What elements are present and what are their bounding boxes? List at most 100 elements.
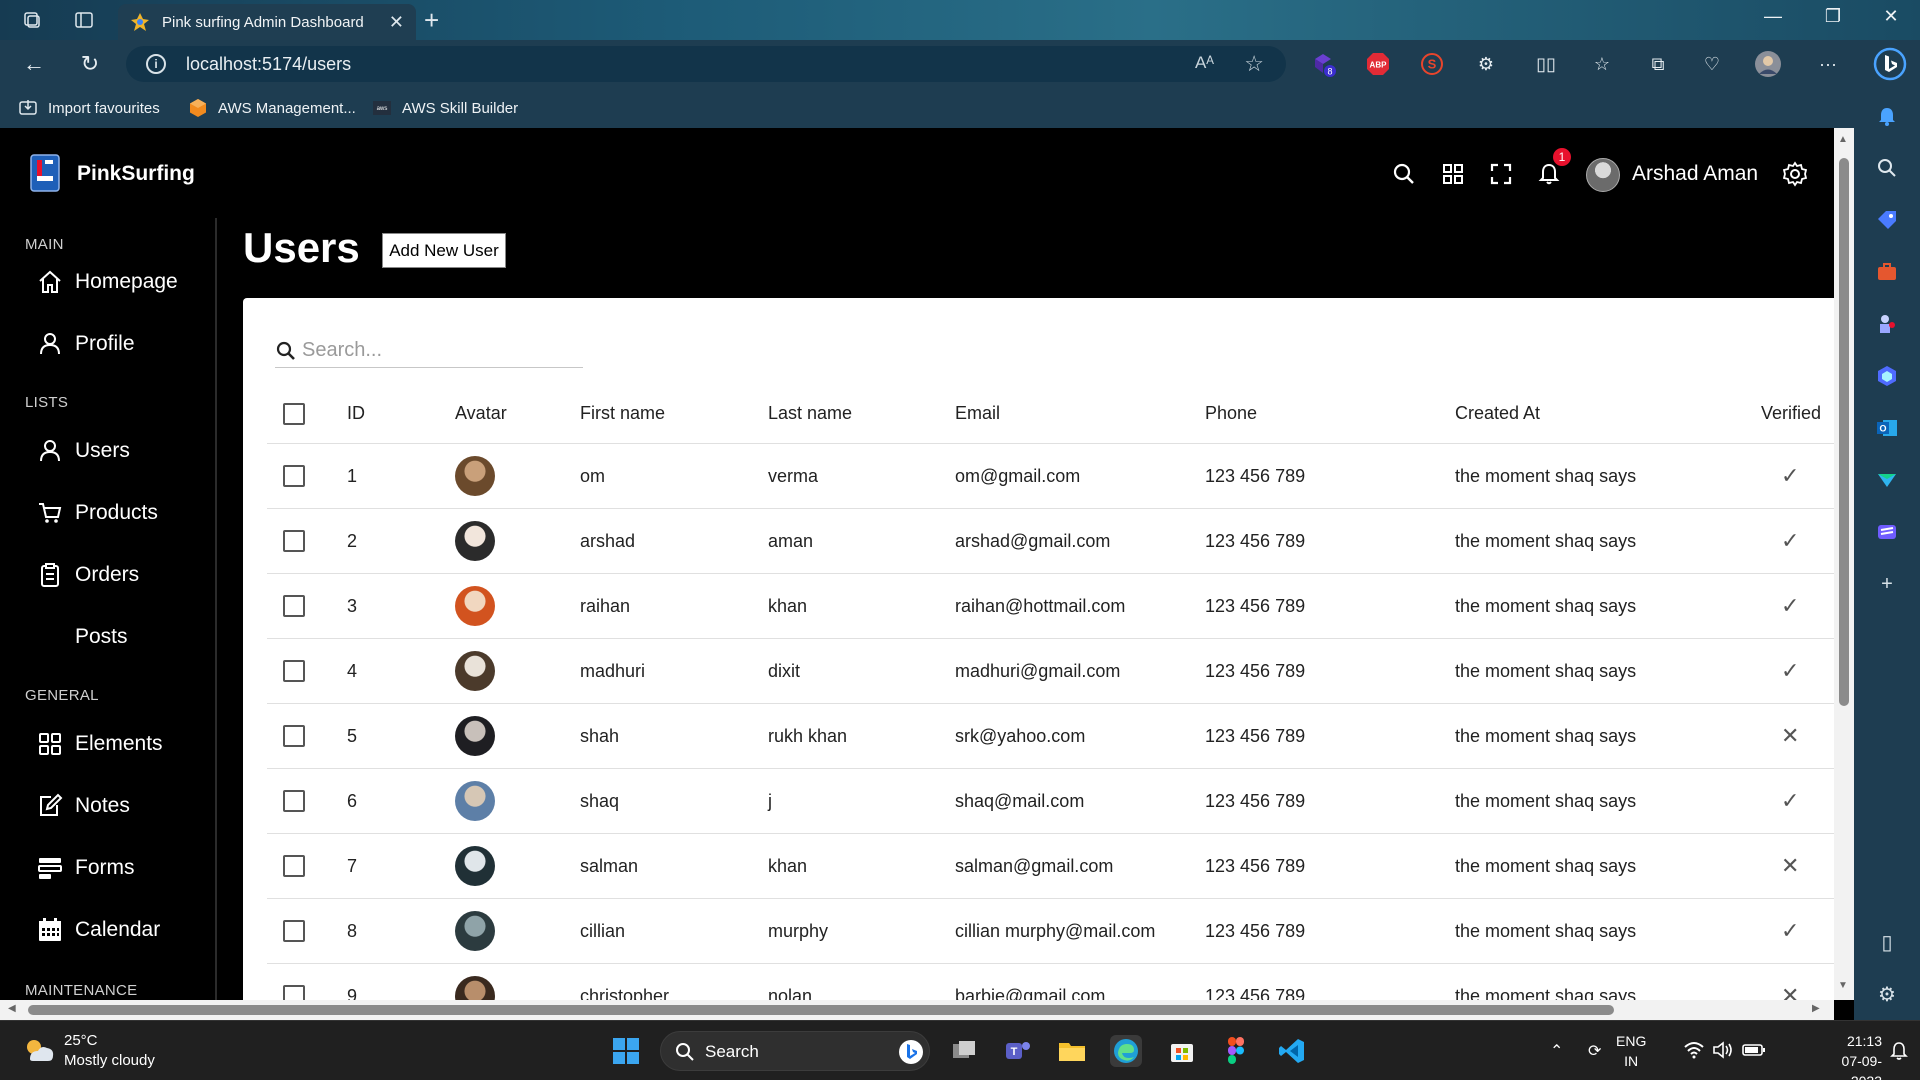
user-name[interactable]: Arshad Aman — [1632, 162, 1758, 186]
table-row[interactable]: 8 cillian murphy cillian murphy@mail.com 123… — [267, 899, 1834, 964]
row-checkbox-cell[interactable] — [283, 639, 305, 703]
favourite-aws-skill-builder[interactable]: aws AWS Skill Builder — [372, 98, 518, 118]
hide-sidebar-icon[interactable]: ▯ — [1873, 928, 1901, 956]
favourite-star-icon[interactable]: ☆ — [1244, 51, 1264, 77]
column-header-id[interactable]: ID — [347, 384, 365, 443]
row-checkbox[interactable] — [283, 595, 305, 617]
games-chess-icon[interactable] — [1873, 310, 1901, 338]
clipchamp-icon[interactable] — [1873, 518, 1901, 546]
sidebar-item-posts[interactable]: Posts — [36, 621, 128, 653]
copilot-app-icon[interactable] — [1873, 362, 1901, 390]
apps-grid-icon[interactable] — [1439, 160, 1467, 188]
column-header-phone[interactable]: Phone — [1205, 384, 1257, 443]
row-checkbox-cell[interactable] — [283, 964, 305, 1000]
row-checkbox-cell[interactable] — [283, 769, 305, 833]
column-header-avatar[interactable]: Avatar — [455, 384, 507, 443]
select-all-checkbox-cell[interactable] — [283, 384, 305, 443]
vertical-scrollbar[interactable]: ▲ ▼ — [1834, 128, 1854, 1000]
extension-gem-icon[interactable]: 8 — [1310, 50, 1338, 78]
task-view-icon[interactable] — [948, 1035, 980, 1067]
file-explorer-icon[interactable] — [1056, 1035, 1088, 1067]
horizontal-scroll-thumb[interactable] — [28, 1005, 1614, 1015]
battery-icon[interactable] — [1742, 1041, 1766, 1064]
system-clock[interactable]: 21:13 07-09-2023 — [1818, 1031, 1882, 1080]
read-aloud-icon[interactable]: Aᴬ — [1195, 53, 1214, 73]
sidebar-item-calendar[interactable]: Calendar — [36, 914, 160, 946]
settings-gear-icon[interactable] — [1781, 160, 1809, 188]
scroll-up-icon[interactable]: ▲ — [1838, 134, 1848, 145]
row-checkbox-cell[interactable] — [283, 834, 305, 898]
favourite-import[interactable]: Import favourites — [18, 98, 160, 118]
edge-browser-icon[interactable] — [1110, 1035, 1142, 1067]
favourites-icon[interactable]: ☆ — [1588, 50, 1616, 78]
teams-icon[interactable]: T — [1002, 1035, 1034, 1067]
column-header-first-name[interactable]: First name — [580, 384, 665, 443]
cloudy-weather-icon[interactable] — [22, 1035, 56, 1065]
tab-actions-icon[interactable] — [72, 8, 96, 32]
table-row[interactable]: 6 shaq j shaq@mail.com 123 456 789 the moment… — [267, 769, 1834, 834]
table-row[interactable]: 1 om verma om@gmail.com 123 456 789 the momen… — [267, 444, 1834, 509]
row-checkbox[interactable] — [283, 855, 305, 877]
brand-logo-icon[interactable] — [30, 154, 60, 192]
brand-name[interactable]: PinkSurfing — [77, 162, 195, 186]
tray-overflow-icon[interactable]: ⌃ — [1550, 1041, 1563, 1061]
more-menu-icon[interactable]: ··· — [1814, 50, 1842, 78]
add-new-user-button[interactable]: Add New User — [382, 233, 506, 268]
collections-icon[interactable]: ⧉ — [1644, 50, 1672, 78]
table-row[interactable]: 9 christopher nolan barbie@gmail.com 123 456… — [267, 964, 1834, 1000]
column-header-verified[interactable]: Verified — [1761, 384, 1821, 443]
volume-icon[interactable] — [1712, 1041, 1734, 1064]
url-text[interactable]: localhost:5174/users — [186, 54, 351, 75]
weather-widget[interactable]: 25°C Mostly cloudy — [64, 1031, 155, 1071]
microsoft-store-icon[interactable] — [1166, 1035, 1198, 1067]
table-row[interactable]: 2 arshad aman arshad@gmail.com 123 456 789 th… — [267, 509, 1834, 574]
workspaces-icon[interactable] — [20, 8, 44, 32]
sidebar-item-products[interactable]: Products — [36, 497, 158, 529]
table-row[interactable]: 7 salman khan salman@gmail.com 123 456 789 th… — [267, 834, 1834, 899]
sidebar-item-notes[interactable]: Notes — [36, 790, 130, 822]
split-screen-icon[interactable]: ▯▯ — [1532, 50, 1560, 78]
back-icon[interactable]: ← — [20, 50, 48, 78]
scroll-left-icon[interactable]: ◀ — [8, 1003, 16, 1014]
row-checkbox[interactable] — [283, 725, 305, 747]
user-avatar[interactable] — [1586, 158, 1620, 192]
sidebar-item-homepage[interactable]: Homepage — [36, 266, 178, 298]
add-sidebar-app-icon[interactable]: + — [1873, 570, 1901, 598]
vertical-scroll-thumb[interactable] — [1839, 158, 1849, 706]
sidebar-settings-icon[interactable]: ⚙ — [1873, 980, 1901, 1008]
table-row[interactable]: 4 madhuri dixit madhuri@gmail.com 123 456 78… — [267, 639, 1834, 704]
row-checkbox-cell[interactable] — [283, 444, 305, 508]
row-checkbox-cell[interactable] — [283, 899, 305, 963]
row-checkbox[interactable] — [283, 920, 305, 942]
tab-close-icon[interactable]: ✕ — [389, 12, 404, 33]
sidebar-item-forms[interactable]: Forms — [36, 852, 135, 884]
maximize-icon[interactable]: ❐ — [1818, 6, 1848, 27]
notification-center-icon[interactable] — [1890, 1041, 1908, 1066]
favourite-aws-management[interactable]: AWS Management... — [188, 98, 356, 118]
fullscreen-icon[interactable] — [1487, 160, 1515, 188]
sidebar-search-icon[interactable] — [1873, 154, 1901, 182]
drop-icon[interactable] — [1873, 466, 1901, 494]
column-header-last-name[interactable]: Last name — [768, 384, 852, 443]
notifications-bell-icon[interactable] — [1873, 102, 1901, 130]
browser-essentials-icon[interactable]: ♡ — [1698, 50, 1726, 78]
row-checkbox[interactable] — [283, 985, 305, 1000]
bing-copilot-icon[interactable] — [1872, 46, 1908, 82]
table-row[interactable]: 5 shah rukh khan srk@yahoo.com 123 456 789 th… — [267, 704, 1834, 769]
outlook-icon[interactable]: O — [1873, 414, 1901, 442]
sync-icon[interactable]: ⟳ — [1588, 1041, 1601, 1061]
scroll-right-icon[interactable]: ▶ — [1812, 1003, 1820, 1014]
minimize-icon[interactable]: — — [1758, 6, 1788, 27]
adblock-icon[interactable]: ABP — [1364, 50, 1392, 78]
column-header-created-at[interactable]: Created At — [1455, 384, 1540, 443]
start-windows-icon[interactable] — [610, 1035, 642, 1067]
row-checkbox-cell[interactable] — [283, 574, 305, 638]
row-checkbox-cell[interactable] — [283, 509, 305, 573]
sidebar-item-elements[interactable]: Elements — [36, 728, 163, 760]
scroll-down-icon[interactable]: ▼ — [1838, 980, 1848, 991]
row-checkbox[interactable] — [283, 465, 305, 487]
refresh-icon[interactable]: ↻ — [76, 50, 104, 78]
address-bar[interactable]: i localhost:5174/users Aᴬ ☆ — [126, 46, 1286, 82]
close-window-icon[interactable]: ✕ — [1876, 6, 1906, 27]
language-indicator[interactable]: ENG IN — [1616, 1031, 1646, 1071]
